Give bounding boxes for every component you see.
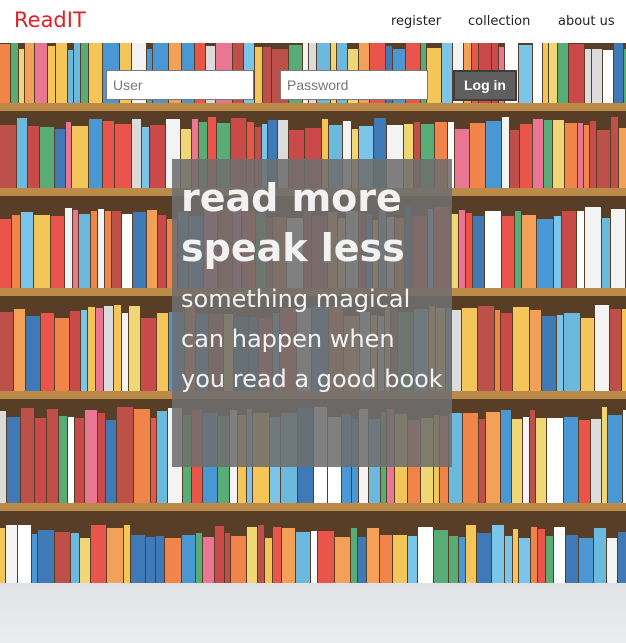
- password-field[interactable]: Password: [280, 70, 428, 100]
- nav-collection[interactable]: collection: [468, 14, 530, 29]
- hero-tagline: something magical can happen when you re…: [181, 285, 443, 393]
- brand-logo[interactable]: ReadIT: [14, 8, 86, 32]
- top-navbar: ReadIT register collection about us: [0, 0, 626, 43]
- footer-band: [0, 583, 626, 643]
- username-field[interactable]: User: [106, 70, 254, 100]
- login-button[interactable]: Log in: [453, 70, 517, 101]
- headline-line-2: speak less: [181, 226, 405, 270]
- nav-about-us[interactable]: about us: [558, 14, 615, 29]
- hero-quote-box: read more speak less something magical c…: [172, 159, 452, 467]
- headline-line-1: read more: [181, 176, 402, 220]
- nav-register[interactable]: register: [391, 14, 441, 29]
